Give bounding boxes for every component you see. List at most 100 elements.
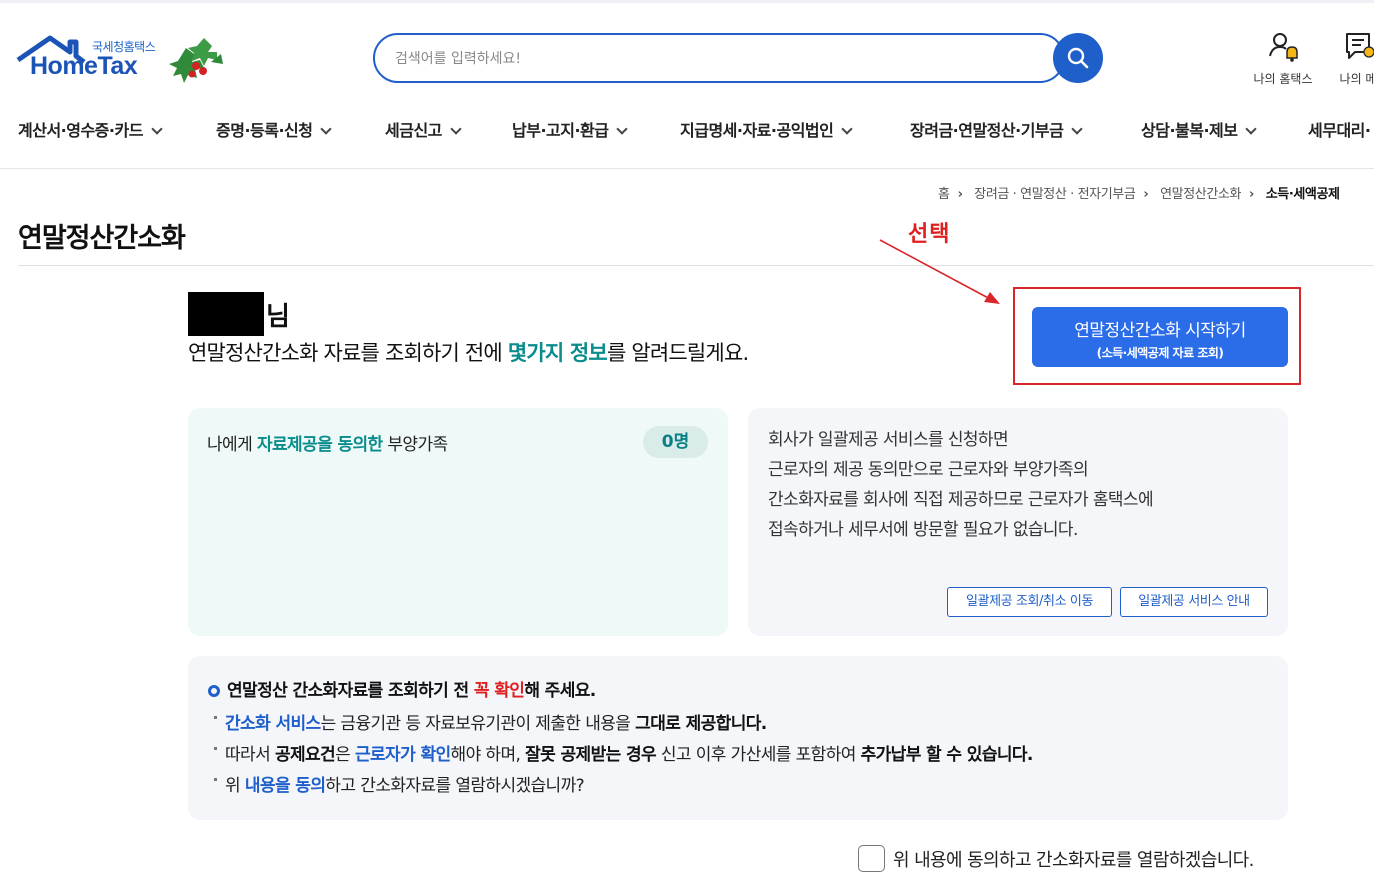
my-message-label: 나의 메 (1339, 72, 1374, 86)
notice-blue-text: 내용을 동의 (244, 776, 326, 796)
chevron-down-icon (1071, 123, 1084, 135)
chevron-down-icon (151, 123, 163, 135)
bullet-dot-icon (214, 778, 217, 781)
notice-title-text: 연말정산 간소화자료를 조회하기 전 (227, 681, 474, 701)
consented-dependents-card: 나에게 자료제공을 동의한 부양가족 0명 (188, 408, 728, 636)
breadcrumb-item[interactable]: 장려금 · 연말정산 · 전자기부금 (974, 187, 1136, 202)
bulk-provision-info-card: 회사가 일괄제공 서비스를 신청하면 근로자의 제공 동의만으로 근로자와 부양… (748, 408, 1288, 636)
breadcrumb-home[interactable]: 홈 (938, 187, 950, 202)
agree-checkbox[interactable] (858, 845, 885, 872)
notice-line-1: 간소화 서비스는 금융기관 등 자료보유기관이 제출한 내용을 그대로 제공합니… (214, 709, 767, 734)
chevron-down-icon (450, 123, 462, 135)
gnb-item-tax-report[interactable]: 세금신고 (385, 117, 462, 141)
gnb-item-agent[interactable]: 세무대리· (1308, 117, 1371, 141)
gnb-label: 납부·고지·환급 (512, 121, 609, 140)
start-simplified-service-button[interactable]: 연말정산간소화 시작하기 (소득·세액공제 자료 조회) (1032, 307, 1288, 367)
card-text: 부양가족 (382, 435, 448, 455)
dependents-count-badge: 0명 (643, 426, 708, 458)
bullet-dot-icon (214, 747, 217, 750)
gnb-item-invoice[interactable]: 계산서·영수증·카드 (18, 117, 163, 141)
notice-bold-text: 잘못 공제받는 경우 (525, 745, 657, 765)
gnb-item-certificate[interactable]: 증명·등록·신청 (216, 117, 333, 141)
title-divider (18, 265, 1374, 266)
start-button-subtitle: (소득·세액공제 자료 조회) (1096, 346, 1224, 360)
bulk-provision-guide-button[interactable]: 일괄제공 서비스 안내 (1120, 587, 1268, 617)
chevron-down-icon (320, 123, 333, 135)
notice-text: 하고 간소화자료를 열람하시겠습니까? (325, 776, 585, 796)
gnb-label: 장려금·연말정산·기부금 (910, 121, 1064, 140)
notice-text: 은 (335, 745, 355, 765)
info-line: 근로자의 제공 동의만으로 근로자와 부양가족의 (768, 460, 1089, 480)
bullet-dot-icon (214, 716, 217, 719)
chevron-down-icon (1245, 123, 1258, 135)
breadcrumb: 홈 › 장려금 · 연말정산 · 전자기부금 › 연말정산간소화 › 소득·세액공제 (938, 183, 1346, 202)
greeting-highlight: 몇가지 정보 (507, 341, 608, 365)
notice-title-text: 해 주세요. (524, 681, 596, 701)
search-icon (1067, 47, 1089, 69)
notice-line-2: 따라서 공제요건은 근로자가 확인해야 하며, 잘못 공제받는 경우 신고 이후… (214, 740, 1033, 765)
my-hometax-link[interactable]: 나의 홈택스 (1243, 30, 1323, 87)
user-bell-icon (1269, 33, 1298, 62)
consented-dependents-label: 나에게 자료제공을 동의한 부양가족 (207, 430, 448, 455)
notice-bold-text: 공제요건 (274, 745, 336, 765)
holly-icon (169, 38, 223, 83)
gnb-label: 계산서·영수증·카드 (18, 121, 143, 140)
gnb-label: 상담·불복·제보 (1141, 121, 1238, 140)
notice-text: 따라서 (225, 745, 275, 765)
gnb-label: 지급명세·자료·공익법인 (680, 121, 834, 140)
info-line: 간소화자료를 회사에 직접 제공하므로 근로자가 홈택스에 (768, 490, 1154, 510)
bulk-provision-query-cancel-button[interactable]: 일괄제공 조회/취소 이동 (947, 587, 1112, 617)
global-nav: 계산서·영수증·카드 증명·등록·신청 세금신고 납부·고지·환급 지급명세·자… (0, 105, 1374, 169)
annotation-arrow-icon (879, 239, 1000, 304)
pre-check-notice: 연말정산 간소화자료를 조회하기 전 꼭 확인해 주세요. 간소화 서비스는 금… (188, 656, 1288, 820)
info-line: 회사가 일괄제공 서비스를 신청하면 (768, 430, 1009, 450)
start-button-title: 연말정산간소화 시작하기 (1074, 321, 1246, 341)
notice-text: 는 금융기관 등 자료보유기관이 제출한 내용을 (320, 714, 636, 734)
greeting-text: 연말정산간소화 자료를 조회하기 전에 (188, 341, 508, 365)
redacted-user-name (188, 292, 264, 336)
my-hometax-label: 나의 홈택스 (1253, 72, 1313, 86)
search-button[interactable] (1053, 33, 1103, 83)
agree-row: 위 내용에 동의하고 간소화자료를 열람하겠습니다. (858, 845, 1254, 872)
gnb-label: 세무대리· (1308, 121, 1371, 140)
gnb-item-statement[interactable]: 지급명세·자료·공익법인 (680, 117, 854, 141)
notice-title-emphasis: 꼭 확인 (473, 681, 525, 701)
bulk-provision-description: 회사가 일괄제공 서비스를 신청하면 근로자의 제공 동의만으로 근로자와 부양… (768, 425, 1154, 545)
logo-wordmark: HomeTax (30, 52, 138, 80)
name-suffix: 님 (266, 302, 290, 332)
notice-text: 해야 하며, (450, 745, 526, 765)
chevron-down-icon (841, 123, 854, 135)
notice-line-3: 위 내용을 동의하고 간소화자료를 열람하시겠습니까? (214, 771, 585, 796)
search-input[interactable] (395, 48, 1015, 70)
greeting-text: 를 알려드릴게요. (606, 341, 749, 365)
notice-title: 연말정산 간소화자료를 조회하기 전 꼭 확인해 주세요. (208, 676, 596, 701)
hometax-logo[interactable]: 국세청홈택스 HomeTax (16, 34, 231, 96)
notice-bold-text: 그대로 제공합니다. (635, 714, 767, 734)
breadcrumb-item[interactable]: 연말정산간소화 (1160, 187, 1241, 202)
gnb-item-year-end[interactable]: 장려금·연말정산·기부금 (910, 117, 1084, 141)
page-title: 연말정산간소화 (18, 223, 186, 254)
breadcrumb-separator: › (1249, 187, 1254, 202)
breadcrumb-separator: › (1143, 187, 1149, 202)
breadcrumb-current: 소득·세액공제 (1265, 187, 1340, 202)
card-text: 나에게 (207, 435, 257, 455)
search-bar (373, 33, 1065, 83)
circle-bullet-icon (208, 685, 220, 697)
notice-text: 위 (225, 776, 245, 796)
breadcrumb-separator: › (957, 187, 963, 202)
notice-bold-text: 추가납부 할 수 있습니다. (860, 745, 1034, 765)
gnb-item-payment[interactable]: 납부·고지·환급 (512, 117, 629, 141)
agree-label[interactable]: 위 내용에 동의하고 간소화자료를 열람하겠습니다. (893, 846, 1254, 872)
my-message-link[interactable]: 나의 메 (1318, 30, 1374, 87)
card-highlight: 자료제공을 동의한 (256, 435, 383, 455)
gnb-label: 증명·등록·신청 (216, 121, 313, 140)
gnb-label: 세금신고 (385, 121, 442, 140)
gnb-item-consulting[interactable]: 상담·불복·제보 (1141, 117, 1258, 141)
top-border (0, 0, 1374, 3)
notice-blue-text: 근로자가 확인 (354, 745, 451, 765)
greeting-message: 연말정산간소화 자료를 조회하기 전에 몇가지 정보를 알려드릴게요. (188, 337, 749, 367)
notice-text: 신고 이후 가산세를 포함하여 (656, 745, 861, 765)
chevron-down-icon (616, 123, 629, 135)
info-line: 접속하거나 세무서에 방문할 필요가 없습니다. (768, 520, 1078, 540)
message-icon (1346, 33, 1374, 59)
